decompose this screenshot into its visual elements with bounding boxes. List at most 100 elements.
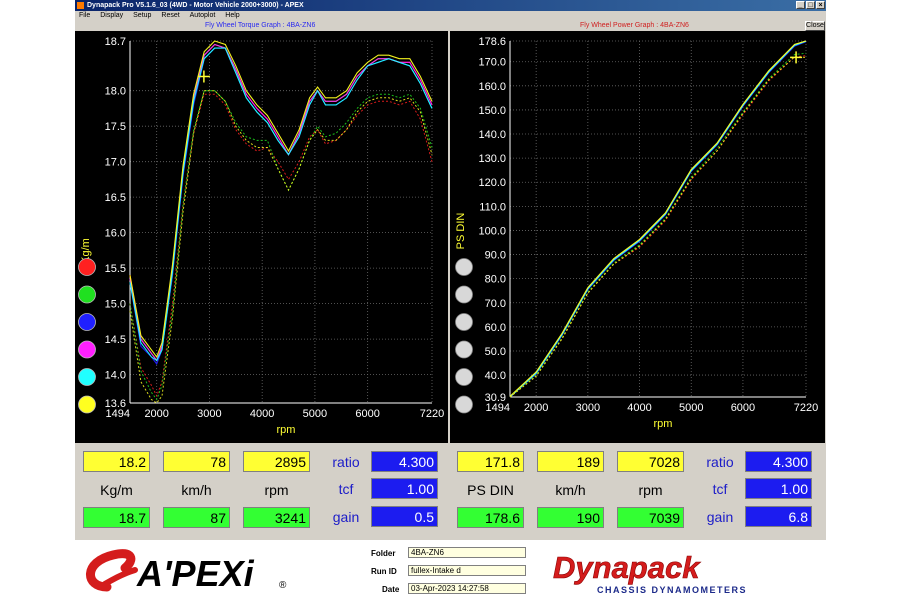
gain-value-right[interactable]: 6.8 [745, 506, 812, 527]
ratio-label-right: ratio [706, 454, 734, 470]
x-tick-label: 3000 [576, 402, 600, 414]
power-graph-panel: 1494 2000 3000 4000 5000 6000 7220 178.6 170.0 16… [450, 31, 825, 443]
run-toggle-1 [78, 285, 96, 304]
run-toggle-grey-1 [455, 285, 473, 304]
close-window-button[interactable]: × [816, 1, 825, 9]
series-line-0 [509, 40, 807, 398]
y-tick-label: 170.0 [478, 57, 506, 69]
tcf-label-right: tcf [712, 481, 728, 497]
x-tick-label: 2000 [144, 408, 168, 420]
y-tick-label: 140.0 [478, 129, 506, 141]
y-tick-label: 110.0 [479, 201, 506, 213]
dynapack-window: Dynapack Pro V5.1.6_03 (4WD - Motor Vehi… [75, 0, 826, 600]
run-toggle-grey-5 [455, 395, 473, 414]
maximize-button[interactable]: □ [806, 1, 815, 9]
menu-bar: File Display Setup Reset Autoplot Help [75, 11, 826, 21]
y-tick-label: 15.0 [105, 299, 126, 311]
date-label: Date [382, 585, 400, 594]
readout-panel: 18.2 78 2895 Kg/m km/h rpm 18.7 87 3241 … [75, 443, 826, 540]
run-toggle-grey-2 [455, 313, 473, 331]
folder-label: Folder [371, 549, 396, 558]
tcf-value-right[interactable]: 1.00 [745, 478, 812, 499]
torque-current-value: 18.2 [83, 451, 150, 472]
rpm-current-value: 2895 [243, 451, 310, 472]
x-axis-label: rpm [654, 418, 673, 430]
dynapack-subtitle: CHASSIS DYNAMOMETERS [597, 585, 747, 595]
speed-unit-label: km/h [181, 482, 212, 498]
x-tick-label: 5000 [679, 402, 703, 414]
y-tick-label: 18.7 [105, 36, 126, 48]
series-line-5 [129, 40, 433, 359]
ratio-value[interactable]: 4.300 [371, 451, 438, 472]
power-current-value: 171.8 [457, 451, 524, 472]
ratio-label: ratio [332, 454, 360, 470]
torque-graph-title: Fly Wheel Torque Graph : 4BA-ZN6 [205, 22, 316, 29]
run-toggle-3 [78, 340, 96, 359]
run-toggle-grey-0 [455, 258, 473, 276]
power-unit-label: PS DIN [467, 482, 514, 498]
gain-label-right: gain [706, 509, 734, 525]
y-tick-label: 15.5 [105, 263, 126, 275]
run-id-field: fullex-Intake d [408, 565, 526, 576]
x-tick-label: 6000 [731, 402, 755, 414]
dynapack-logo-text: Dynapack [553, 550, 701, 585]
power-graph-title: Fly Wheel Power Graph : 4BA-ZN6 [580, 22, 689, 29]
rpm-current-value-right: 7028 [617, 451, 684, 472]
series-line-0 [129, 43, 433, 362]
x-tick-label: 3000 [197, 408, 221, 420]
series-line-4 [129, 47, 433, 362]
series-line-3 [129, 43, 433, 362]
menu-display[interactable]: Display [100, 12, 123, 19]
y-tick-label: 16.5 [105, 192, 126, 204]
power-chart: 1494 2000 3000 4000 5000 6000 7220178.6170.016… [455, 36, 818, 430]
series-line-4 [509, 40, 807, 398]
y-tick-label: 70.0 [485, 298, 506, 310]
menu-file[interactable]: File [79, 12, 90, 19]
y-tick-label: 100.0 [478, 225, 506, 237]
speed-current-value: 78 [163, 451, 230, 472]
y-tick-label: 50.0 [485, 346, 506, 358]
series-line-2 [129, 47, 433, 366]
torque-chart: 1494 2000 3000 4000 5000 6000 722018.718.017.5… [78, 36, 444, 436]
y-tick-label: 18.0 [105, 86, 126, 98]
run-toggle-0 [78, 258, 96, 276]
y-tick-label: 16.0 [105, 228, 126, 240]
tcf-value[interactable]: 1.00 [371, 478, 438, 499]
speed-peak-value: 87 [163, 507, 230, 528]
run-toggle-grey-4 [455, 368, 473, 386]
torque-unit-label: Kg/m [100, 482, 133, 498]
y-tick-label: 13.6 [105, 398, 126, 410]
run-toggle-4 [78, 368, 96, 386]
x-tick-label: 4000 [250, 408, 274, 420]
minimize-button[interactable]: _ [796, 1, 805, 9]
x-tick-label: 7220 [794, 402, 818, 414]
ratio-value-right[interactable]: 4.300 [745, 451, 812, 472]
x-axis-label: rpm [277, 424, 296, 436]
folder-field: 4BA-ZN6 [408, 547, 526, 558]
y-tick-label: 90.0 [485, 250, 506, 262]
series-line-3 [509, 40, 807, 398]
rpm-peak-value: 3241 [243, 507, 310, 528]
y-tick-label: 17.0 [105, 157, 126, 169]
power-peak-value: 178.6 [457, 507, 524, 528]
y-tick-label: 178.6 [478, 36, 506, 48]
gain-value[interactable]: 0.5 [371, 506, 438, 527]
rpm-peak-value-right: 7039 [617, 507, 684, 528]
run-toggle-2 [78, 313, 96, 331]
menu-help[interactable]: Help [225, 12, 239, 19]
window-title: Dynapack Pro V5.1.6_03 (4WD - Motor Vehi… [87, 2, 304, 9]
menu-reset[interactable]: Reset [161, 12, 179, 19]
close-button[interactable]: Close [805, 21, 825, 31]
y-tick-label: 160.0 [478, 81, 506, 93]
y-tick-label: 30.9 [485, 392, 506, 404]
x-tick-label: 5000 [303, 408, 327, 420]
apexi-logo-text: A'PEXi [136, 553, 255, 594]
rpm-unit-label-right: rpm [638, 482, 663, 498]
app-icon [77, 2, 84, 9]
y-tick-label: 150.0 [478, 105, 506, 117]
y-axis-label: PS DIN [455, 213, 467, 250]
x-tick-label: 4000 [627, 402, 651, 414]
menu-autoplot[interactable]: Autoplot [190, 12, 216, 19]
gain-label: gain [332, 509, 360, 525]
menu-setup[interactable]: Setup [133, 12, 151, 19]
